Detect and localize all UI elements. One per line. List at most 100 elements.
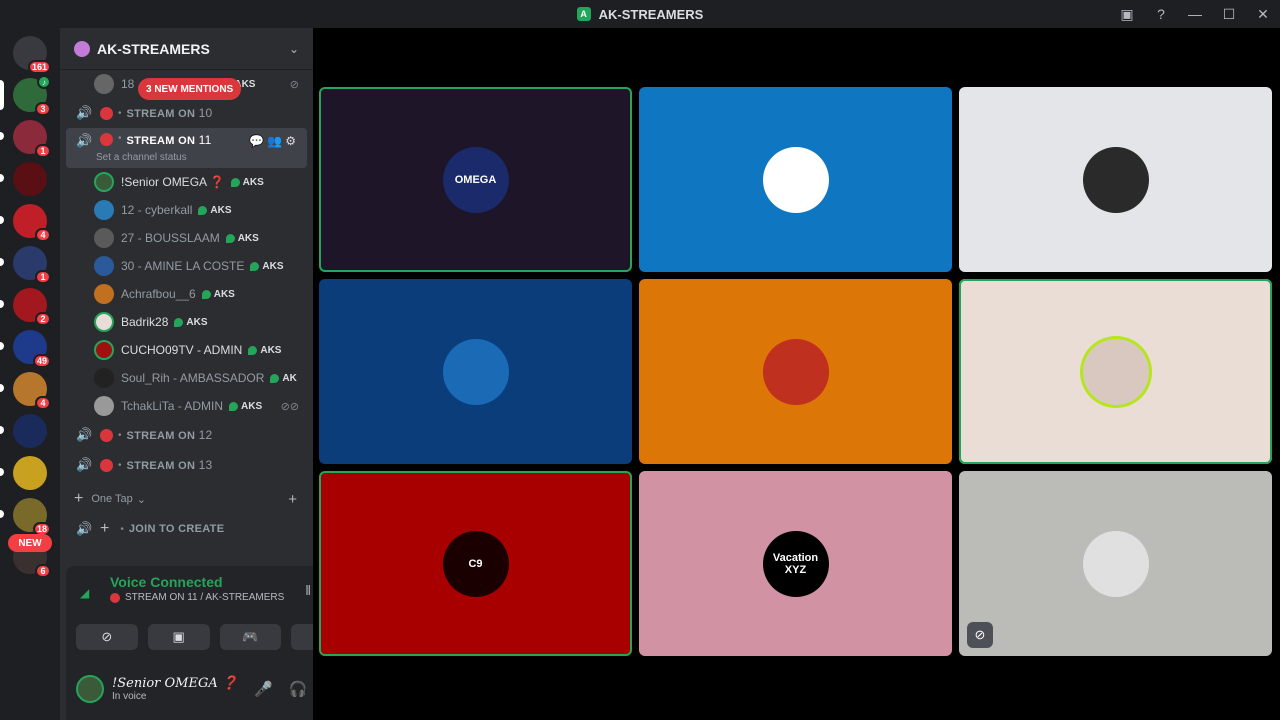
- dot-separator: •: [118, 133, 122, 144]
- channel-name: STREAM ON 12: [127, 428, 213, 442]
- server-logo-icon: A: [576, 7, 591, 21]
- member-row[interactable]: CUCHO09TV - ADMIN AKS: [94, 336, 313, 364]
- member-name: CUCHO09TV - ADMIN: [121, 343, 243, 357]
- member-name: Achrafbou__6: [121, 287, 196, 301]
- server-badge: 1: [35, 144, 51, 158]
- server-icon[interactable]: [0, 414, 47, 448]
- server-icon[interactable]: [0, 162, 47, 196]
- server-icon[interactable]: [0, 456, 47, 490]
- avatar: [94, 340, 114, 360]
- new-mentions-pill[interactable]: 3 NEW MENTIONS: [138, 78, 242, 100]
- member-row[interactable]: 27 - BOUSSLAAM AKS: [94, 224, 313, 252]
- home-button[interactable]: 161: [13, 36, 51, 74]
- user-avatar[interactable]: [76, 675, 104, 703]
- plus-icon: +: [74, 490, 84, 507]
- server-icon: [74, 40, 90, 57]
- server-icon[interactable]: 1: [0, 120, 51, 158]
- video-stage: OMEGA C9 Vacation XYZ ⊘: [313, 28, 1280, 720]
- deafen-icon: ⊘: [289, 78, 299, 91]
- channel-join-to-create[interactable]: 🔊 + • JOIN TO CREATE: [66, 514, 307, 544]
- channel-row[interactable]: 🔊 • STREAM ON 12: [66, 420, 307, 450]
- new-pill[interactable]: NEW: [8, 534, 52, 552]
- member-tag-text: AKS: [241, 400, 263, 412]
- tile-cyberkall[interactable]: [639, 87, 952, 272]
- member-tag-text: AKS: [210, 204, 232, 216]
- add-channel-icon[interactable]: +: [288, 491, 297, 508]
- avatar: [94, 228, 114, 248]
- channel-label: STREAM ON: [126, 430, 196, 442]
- record-icon: [110, 592, 120, 603]
- dot-separator: •: [118, 429, 122, 441]
- channel-row[interactable]: 🔊 • STREAM ON 10: [66, 98, 307, 128]
- member-row[interactable]: Badrik28 AKS: [94, 308, 313, 336]
- avatar: [94, 284, 114, 304]
- activity-icon[interactable]: 🎮: [219, 624, 282, 650]
- channel-actions[interactable]: 💬👥⚙: [249, 134, 299, 148]
- tile-achrafbou[interactable]: [639, 279, 952, 464]
- maximize-icon[interactable]: ☐: [1212, 6, 1246, 23]
- dot-separator: •: [118, 459, 122, 471]
- help-icon[interactable]: ?: [1144, 6, 1178, 22]
- member-row[interactable]: 12 - cyberkall AKS: [94, 196, 313, 224]
- close-icon[interactable]: ✕: [1246, 6, 1280, 23]
- tag-icon: [198, 205, 208, 215]
- channel-name: JOIN TO CREATE: [128, 523, 225, 535]
- server-icon[interactable]: 2: [0, 288, 51, 326]
- member-tag: AKS: [225, 233, 259, 244]
- dot-separator: •: [120, 523, 124, 535]
- server-badge: 4: [35, 396, 51, 410]
- avatar: [94, 172, 114, 192]
- voice-channel-path[interactable]: STREAM ON 11 / AK-STREAMERS: [125, 592, 284, 603]
- channel-label: STREAM ON: [126, 135, 196, 147]
- minimize-icon[interactable]: —: [1178, 6, 1212, 22]
- unread-pip: [0, 174, 4, 182]
- unread-pip: [0, 342, 4, 350]
- server-header[interactable]: AK-STREAMERS ⌄: [60, 28, 313, 70]
- member-row[interactable]: 30 - AMINE LA COSTE AKS: [94, 252, 313, 280]
- member-tag-text: AKS: [262, 260, 284, 272]
- channel-row[interactable]: 🔊 • STREAM ON 13: [66, 450, 307, 480]
- camera-off-icon[interactable]: ⊘: [76, 624, 138, 650]
- unread-pip: [0, 384, 4, 392]
- tile-tchaklita[interactable]: ⊘: [959, 471, 1272, 656]
- server-icon[interactable]: ♪ 3: [0, 75, 51, 116]
- record-icon: [100, 428, 113, 442]
- channel-status[interactable]: Set a channel status: [96, 152, 187, 163]
- category-one-tap[interactable]: + One Tap ⌄ +: [66, 484, 307, 514]
- tile-avatar: [1082, 338, 1149, 405]
- tile-avatar: [442, 338, 509, 405]
- window-title: AK-STREAMERS: [598, 6, 704, 22]
- unread-pip: [0, 300, 4, 308]
- tile-cucho09tv[interactable]: C9: [319, 471, 632, 656]
- plus-icon: +: [100, 520, 110, 537]
- member-tag: AKS: [174, 317, 208, 328]
- channel-number: 11: [198, 133, 212, 147]
- member-row[interactable]: Achrafbou__6 AKS: [94, 280, 313, 308]
- screen-share-icon[interactable]: ▣: [147, 624, 210, 650]
- avatar: [94, 368, 114, 388]
- channel-stream-on-11[interactable]: 🔊 • STREAM ON 11 Set a channel status 💬👥…: [66, 128, 307, 168]
- server-icon[interactable]: 4: [0, 204, 51, 242]
- tag-icon: [270, 373, 280, 383]
- tile-amine-la-coste[interactable]: [319, 279, 632, 464]
- member-row[interactable]: Soul_Rih - AMBASSADOR AK: [94, 364, 313, 392]
- member-row[interactable]: !Senior OMEGA ❓ AKS: [94, 168, 313, 196]
- tile-senior-omega[interactable]: OMEGA: [319, 87, 632, 272]
- record-icon: [100, 458, 113, 472]
- member-tag: AK: [270, 373, 297, 384]
- chevron-down-icon[interactable]: ⌄: [289, 42, 299, 56]
- server-icon[interactable]: 1: [0, 246, 51, 284]
- inbox-icon[interactable]: ▣: [1110, 6, 1144, 23]
- server-icon[interactable]: 49: [0, 330, 51, 368]
- tile-badrik28[interactable]: [959, 279, 1272, 464]
- server-badge: 1: [35, 270, 51, 284]
- member-tag: AKS: [198, 204, 232, 216]
- tag-icon: [201, 289, 211, 299]
- member-row[interactable]: TchakLiTa - ADMIN AKS ⊘⊘: [94, 392, 313, 420]
- server-icon[interactable]: 18: [0, 498, 51, 536]
- tile-bousslaam[interactable]: [959, 87, 1272, 272]
- tag-icon: [225, 233, 235, 243]
- tile-soul-rih[interactable]: Vacation XYZ: [639, 471, 952, 656]
- home-badge: 161: [27, 60, 51, 74]
- server-icon[interactable]: 4: [0, 372, 51, 410]
